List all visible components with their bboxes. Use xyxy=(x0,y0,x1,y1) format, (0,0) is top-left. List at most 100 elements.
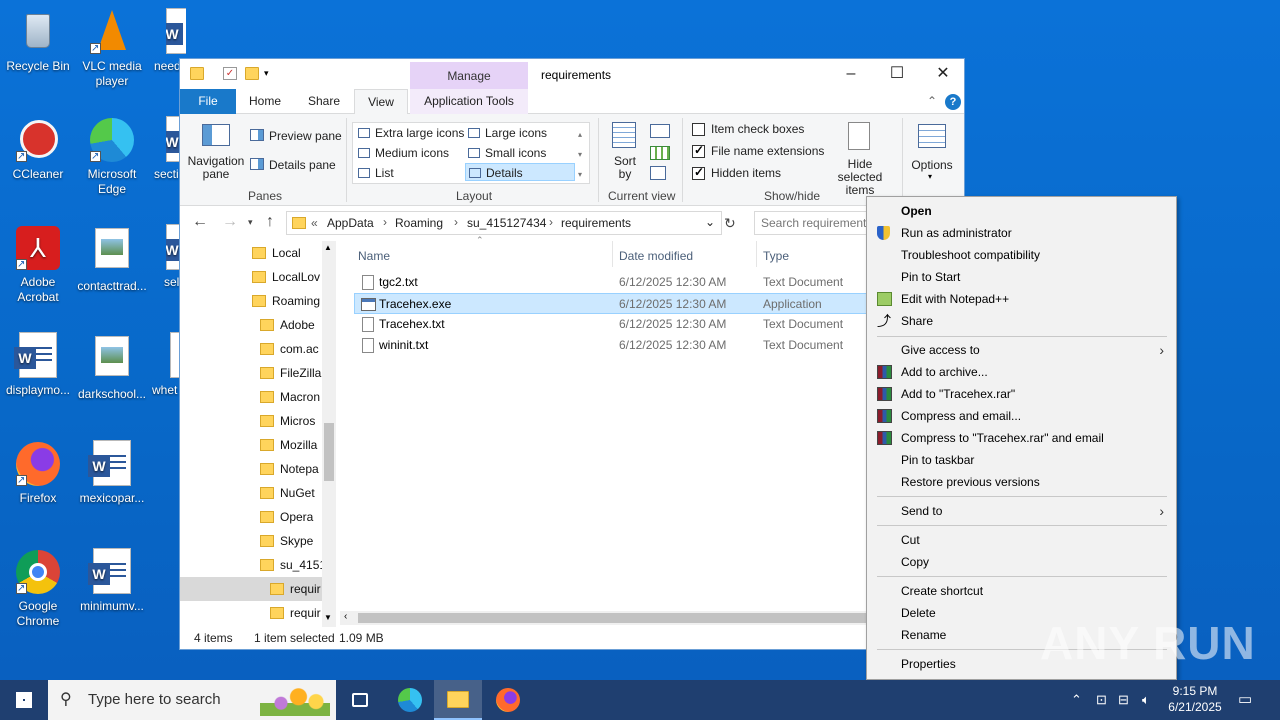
file-row[interactable]: wininit.txt 6/12/2025 12:30 AM Text Docu… xyxy=(354,335,954,356)
tab-view[interactable]: View xyxy=(354,89,408,115)
layout-extra-large-icons[interactable]: Extra large icons xyxy=(355,124,465,142)
nav-item[interactable]: Macron xyxy=(260,385,320,409)
navigation-pane-button[interactable]: Navigation pane xyxy=(186,118,246,184)
network-icon[interactable]: ⊟ xyxy=(1118,680,1129,720)
layout-medium-icons[interactable]: Medium icons xyxy=(355,144,465,162)
scroll-left-icon[interactable]: ‹ xyxy=(344,611,347,622)
file-name-extensions-checkbox[interactable] xyxy=(692,143,705,158)
scroll-up-icon[interactable]: ▲ xyxy=(324,243,332,252)
menu-item-give-access[interactable]: Give access to › xyxy=(867,339,1176,361)
menu-item-cut[interactable]: Cut xyxy=(867,529,1176,551)
new-folder-icon[interactable] xyxy=(245,67,259,80)
sort-by-button[interactable]: Sort by xyxy=(606,120,644,184)
address-dropdown-icon[interactable]: ⌄ xyxy=(705,215,715,229)
item-check-boxes-toggle[interactable]: Item check boxes xyxy=(690,122,820,138)
volume-icon[interactable]: 🔈︎ xyxy=(1142,680,1150,720)
menu-item-edit-notepad[interactable]: Edit with Notepad++ xyxy=(867,288,1176,310)
tab-file[interactable]: File xyxy=(180,89,236,114)
hidden-items-checkbox[interactable] xyxy=(692,165,705,180)
details-pane-button[interactable]: Details pane xyxy=(250,156,342,174)
desktop-icon-contacttrad[interactable]: contacttrad... xyxy=(74,224,150,294)
breadcrumb-appdata[interactable]: AppData xyxy=(327,216,374,230)
task-view-button[interactable] xyxy=(336,680,384,720)
help-icon[interactable]: ? xyxy=(944,89,962,114)
breadcrumb-roaming[interactable]: Roaming xyxy=(395,216,443,230)
nav-item[interactable]: Notepa xyxy=(260,457,319,481)
desktop-icon-recycle-bin[interactable]: Recycle Bin xyxy=(0,8,76,74)
nav-item[interactable]: Local xyxy=(252,241,301,265)
menu-item-send-to[interactable]: Send to › xyxy=(867,500,1176,522)
back-arrow-icon[interactable]: ← xyxy=(192,213,208,231)
nav-item[interactable]: Micros xyxy=(260,409,315,433)
nav-item[interactable]: Skype xyxy=(260,529,313,553)
menu-item-compress-rar-email[interactable]: Compress to "Tracehex.rar" and email xyxy=(867,427,1176,449)
desktop-icon-ccleaner[interactable]: CCleaner xyxy=(0,116,76,182)
desktop-icon-vlc[interactable]: VLC media player xyxy=(74,8,150,89)
nav-item[interactable]: FileZilla xyxy=(260,361,321,385)
customize-qat-icon[interactable]: ▾ xyxy=(264,67,278,80)
menu-item-open[interactable]: Open xyxy=(867,200,1176,222)
nav-item[interactable]: Roaming xyxy=(252,289,320,313)
menu-item-share[interactable]: ⤴ Share xyxy=(867,310,1176,332)
taskbar-file-explorer[interactable] xyxy=(434,680,482,720)
tab-share[interactable]: Share xyxy=(298,89,350,114)
nav-item-selected[interactable]: requir xyxy=(180,577,322,601)
column-header-date[interactable]: Date modified xyxy=(619,249,693,263)
add-columns-icon[interactable] xyxy=(650,146,670,160)
maximize-button[interactable]: ☐ xyxy=(874,59,920,89)
properties-icon[interactable]: ✓ xyxy=(223,67,237,80)
layout-list[interactable]: List xyxy=(355,164,465,182)
address-bar[interactable]: « AppData › Roaming › su_415127434 › req… xyxy=(286,211,722,235)
nav-item[interactable]: NuGet xyxy=(260,481,315,505)
breadcrumb-su-folder[interactable]: su_415127434 xyxy=(467,216,546,230)
preview-pane-button[interactable]: Preview pane xyxy=(250,127,342,145)
desktop-icon-whet[interactable]: whet xyxy=(146,332,180,398)
file-row[interactable]: tgc2.txt 6/12/2025 12:30 AM Text Documen… xyxy=(354,272,954,293)
refresh-icon[interactable]: ↻ xyxy=(724,215,736,232)
desktop-icon-displaymo[interactable]: W displaymo... xyxy=(0,332,76,398)
options-button[interactable]: Options ▾ xyxy=(906,118,958,184)
file-name-extensions-toggle[interactable]: File name extensions xyxy=(690,143,824,160)
nav-item[interactable]: com.ac xyxy=(260,337,319,361)
menu-item-copy[interactable]: Copy xyxy=(867,551,1176,573)
desktop-icon-sel[interactable]: W sel xyxy=(146,224,180,290)
forward-arrow-icon[interactable]: → xyxy=(222,213,238,231)
manage-context-tab[interactable]: Manage xyxy=(410,62,528,90)
collapse-ribbon-icon[interactable]: ⌃ xyxy=(922,89,942,114)
hidden-items-toggle[interactable]: Hidden items xyxy=(690,165,820,182)
system-clock[interactable]: 9:15 PM 6/21/2025 xyxy=(1160,683,1230,715)
nav-item[interactable]: LocalLov xyxy=(252,265,320,289)
desktop-icon-mexicopar[interactable]: W mexicopar... xyxy=(74,440,150,506)
taskbar-search[interactable]: ⚲ Type here to search xyxy=(48,680,336,720)
desktop-icon-chrome[interactable]: Google Chrome xyxy=(0,548,76,629)
start-button[interactable] xyxy=(0,680,48,720)
nav-item[interactable]: requir xyxy=(270,601,321,619)
taskbar-firefox[interactable] xyxy=(484,680,532,720)
desktop-icon-minimumv[interactable]: W minimumv... xyxy=(74,548,150,614)
nav-item[interactable]: Mozilla xyxy=(260,433,317,457)
layout-large-icons[interactable]: Large icons xyxy=(465,124,575,142)
column-header-type[interactable]: Type xyxy=(763,249,789,263)
tab-application-tools[interactable]: Application Tools xyxy=(410,89,528,114)
menu-item-compress-email[interactable]: Compress and email... xyxy=(867,405,1176,427)
recent-locations-icon[interactable]: ▾ xyxy=(248,217,253,228)
layout-scroll-arrows[interactable]: ▴ ▾ ▾ xyxy=(578,125,588,185)
desktop-icon-acrobat[interactable]: ⅄ Adobe Acrobat xyxy=(0,224,76,305)
menu-item-add-rar[interactable]: Add to "Tracehex.rar" xyxy=(867,383,1176,405)
show-hidden-icons-icon[interactable]: ⌃ xyxy=(1071,680,1082,720)
nav-item[interactable]: Opera xyxy=(260,505,313,529)
nav-item[interactable]: Adobe xyxy=(260,313,315,337)
desktop-icon-edge[interactable]: Microsoft Edge xyxy=(74,116,150,197)
file-row-selected[interactable]: Tracehex.exe 6/12/2025 12:30 AM Applicat… xyxy=(354,293,954,314)
scrollbar-thumb[interactable] xyxy=(324,423,334,481)
hide-selected-items-button[interactable]: Hide selected items xyxy=(824,118,896,197)
desktop-icon-secti[interactable]: W secti xyxy=(146,116,180,182)
layout-details[interactable]: Details xyxy=(465,163,575,181)
breadcrumb-requirements[interactable]: requirements xyxy=(561,216,631,230)
nav-item[interactable]: su_4151 xyxy=(260,553,326,577)
menu-item-add-archive[interactable]: Add to archive... xyxy=(867,361,1176,383)
desktop-icon-darkschool[interactable]: darkschool... xyxy=(74,332,150,402)
scrollbar-thumb[interactable] xyxy=(358,613,868,623)
menu-item-create-shortcut[interactable]: Create shortcut xyxy=(867,580,1176,602)
network-device-icon[interactable]: ⊡ xyxy=(1096,680,1107,720)
